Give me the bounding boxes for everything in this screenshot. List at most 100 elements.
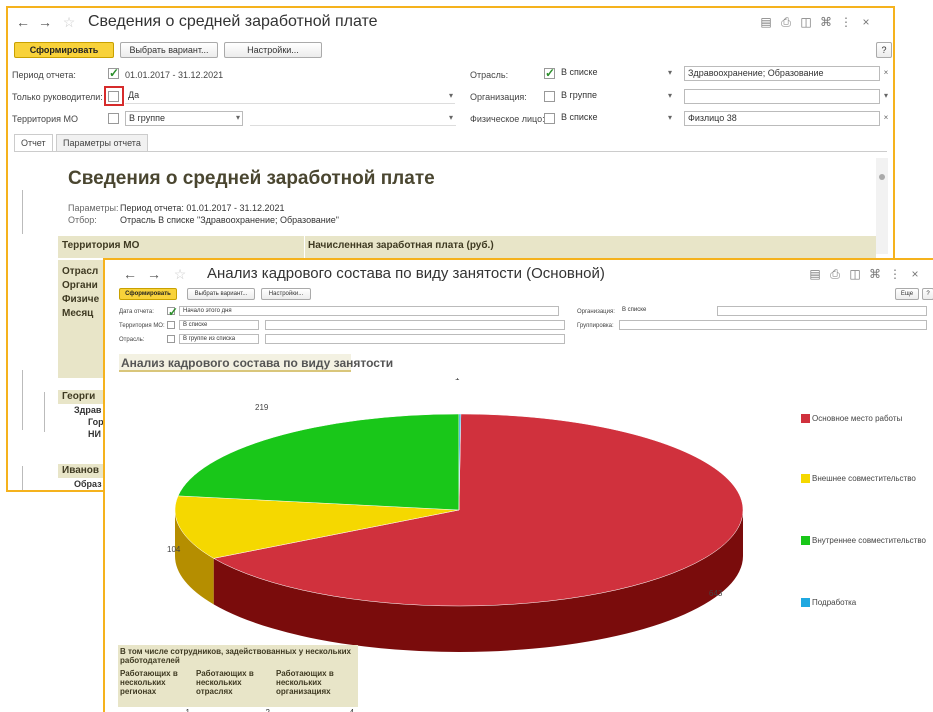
generate-button[interactable]: Сформировать [119, 288, 177, 300]
generate-button[interactable]: Сформировать [14, 42, 114, 58]
more-menu-icon[interactable]: ⋮ [836, 15, 856, 30]
legend-label-1: Внешнее совместительство [812, 474, 916, 483]
back-arrow-icon[interactable]: ← [14, 14, 32, 32]
organization-checkbox[interactable] [544, 91, 555, 102]
territory-value-field[interactable] [250, 111, 456, 126]
territory-checkbox[interactable] [108, 113, 119, 124]
group-city: Гор [88, 417, 104, 427]
link-icon[interactable]: ⌘ [865, 267, 885, 282]
preview-icon[interactable]: ◫ [796, 15, 816, 30]
legend-item-2: Внутреннее совместительство [801, 536, 926, 545]
more-button[interactable]: Еще [895, 288, 919, 300]
organization-mode-dropdown-icon[interactable]: ▾ [665, 89, 675, 104]
person-clear-icon[interactable]: × [881, 111, 891, 126]
legend-item-3: Подработка [801, 598, 856, 607]
choose-variant-button[interactable]: Выбрать вариант... [120, 42, 218, 58]
forward-arrow-icon[interactable]: → [36, 14, 54, 32]
window-title: Сведения о средней заработной плате [88, 13, 378, 30]
report-title: Сведения о средней заработной плате [68, 168, 435, 189]
organization-value-field[interactable] [684, 89, 880, 104]
tree-line-2 [22, 370, 23, 430]
legend-swatch-2 [801, 536, 810, 545]
organization-dropdown-icon[interactable]: ▾ [881, 89, 891, 104]
organization-label: Организация: [470, 92, 527, 102]
industry-mode-select[interactable]: В списке [558, 66, 664, 81]
industry-checkbox[interactable] [544, 66, 555, 80]
person-checkbox[interactable] [544, 113, 555, 124]
report-date-checkbox[interactable] [167, 305, 178, 319]
period-label: Период отчета: [12, 70, 76, 80]
back-arrow-icon[interactable]: ← [121, 266, 139, 284]
industry-value-field[interactable] [265, 334, 565, 344]
favorite-star-icon[interactable]: ☆ [60, 14, 78, 32]
territory-value-dropdown-icon[interactable]: ▾ [446, 111, 456, 126]
legend-swatch-3 [801, 598, 810, 607]
summary-col-regions: Работающих в нескольких регионах [120, 669, 178, 696]
link-icon[interactable]: ⌘ [816, 15, 836, 30]
pie-value-label-3: 1 [455, 378, 460, 382]
tab-report[interactable]: Отчет [14, 134, 53, 152]
industry-value-field[interactable]: Здравоохранение; Образование [684, 66, 880, 81]
print-icon[interactable]: ⎙ [825, 267, 845, 282]
pie-value-label-1: 104 [167, 545, 181, 554]
report-scrollbar[interactable] [876, 158, 888, 254]
organization-value-field[interactable] [717, 306, 927, 316]
pie-value-label-2: 219 [255, 403, 269, 412]
print-icon[interactable]: ⎙ [776, 15, 796, 30]
title-bar: ← → ☆ Сведения о средней заработной плат… [8, 8, 893, 38]
person-value-field[interactable]: Физлицо 38 [684, 111, 880, 126]
group-georg: Георги [62, 391, 96, 402]
period-value[interactable]: 01.01.2017 - 31.12.2021 [125, 70, 223, 80]
save-icon[interactable]: ▤ [756, 15, 776, 30]
chart-title: Анализ кадрового состава по виду занятос… [121, 356, 394, 370]
scrollbar-thumb[interactable] [879, 174, 885, 180]
settings-button[interactable]: Настройки... [261, 288, 311, 300]
forward-arrow-icon[interactable]: → [145, 266, 163, 284]
person-mode-dropdown-icon[interactable]: ▾ [665, 111, 675, 126]
filter-value: Отрасль В списке "Здравоохранение; Образ… [120, 215, 339, 225]
period-checkbox[interactable] [108, 66, 119, 80]
industry-clear-icon[interactable]: × [881, 66, 891, 81]
settings-button[interactable]: Настройки... [224, 42, 322, 58]
managers-only-value[interactable]: Да [125, 89, 455, 104]
report-row-header-block [58, 260, 106, 378]
industry-mode-dropdown-icon[interactable]: ▾ [665, 66, 675, 81]
legend-swatch-1 [801, 474, 810, 483]
pie-slice-2[interactable] [177, 413, 460, 511]
person-mode-select[interactable]: В списке [558, 111, 664, 126]
group-health: Здрав [74, 405, 102, 415]
tree-line-3 [44, 392, 45, 432]
summary-value-regions: 1 [120, 708, 190, 712]
industry-label: Отрасль: [119, 337, 145, 343]
organization-mode-select[interactable]: В списке [619, 306, 715, 316]
legend-label-2: Внутреннее совместительство [812, 536, 926, 545]
more-menu-icon[interactable]: ⋮ [885, 267, 905, 282]
tab-report-params[interactable]: Параметры отчета [56, 134, 148, 152]
summary-col-organizations: Работающих в нескольких организациях [276, 669, 334, 696]
report-date-field[interactable]: Начало этого дня [179, 306, 559, 316]
territory-mode-select[interactable]: В списке [179, 320, 259, 330]
territory-dropdown-icon[interactable]: ▾ [233, 111, 243, 126]
industry-mode-select[interactable]: В группе из списка [179, 334, 259, 344]
territory-checkbox[interactable] [167, 321, 175, 329]
close-icon[interactable]: × [856, 15, 876, 30]
help-button[interactable]: ? [876, 42, 892, 58]
industry-checkbox[interactable] [167, 335, 175, 343]
organization-mode-select[interactable]: В группе [558, 89, 664, 104]
help-button[interactable]: ? [922, 288, 933, 300]
managers-dropdown-icon[interactable]: ▾ [446, 89, 456, 104]
close-icon[interactable]: × [905, 267, 925, 282]
tree-line-4 [22, 466, 23, 490]
report-date-label: Дата отчета: [119, 309, 154, 315]
territory-value-field[interactable] [265, 320, 565, 330]
organization-label: Организация: [577, 309, 615, 315]
summary-header: В том числе сотрудников, задействованных… [120, 647, 351, 665]
column-salary: Начисленная заработная плата (руб.) [308, 240, 494, 251]
choose-variant-button[interactable]: Выбрать вариант... [187, 288, 255, 300]
territory-mode-select[interactable]: В группе [125, 111, 243, 126]
industry-label: Отрасль: [470, 70, 509, 80]
save-icon[interactable]: ▤ [805, 267, 825, 282]
grouping-field[interactable] [619, 320, 927, 330]
preview-icon[interactable]: ◫ [845, 267, 865, 282]
favorite-star-icon[interactable]: ☆ [171, 266, 189, 284]
